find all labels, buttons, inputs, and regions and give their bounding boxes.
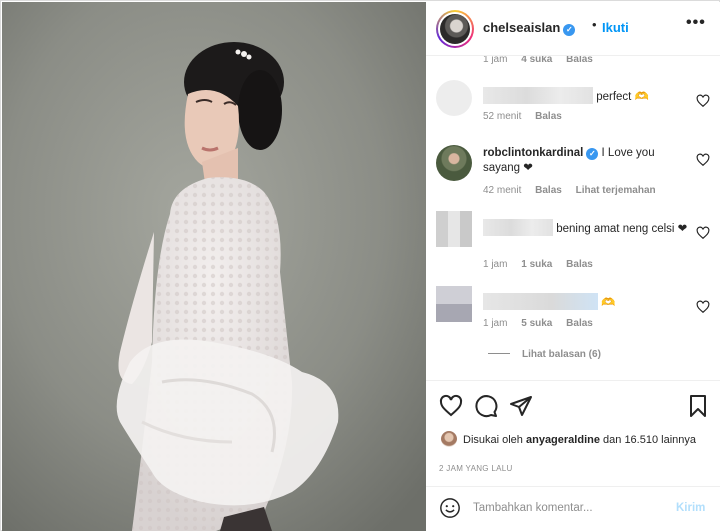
comment-meta: 52 menit Balas (483, 111, 573, 122)
add-comment-bar: Kirim (426, 486, 720, 531)
comments-list: 1 jam 4 suka Balas perfect 🫶 52 menit Ba… (426, 56, 720, 380)
comment-text: 🫶 (601, 297, 616, 309)
comment-body: 🫶 (483, 293, 688, 311)
comment-text: perfect 🫶 (596, 91, 649, 103)
comment-input[interactable] (473, 497, 663, 519)
likes-count[interactable]: dan 16.510 lainnya (603, 434, 696, 446)
more-options-icon[interactable]: ••• (686, 14, 706, 32)
comment-avatar[interactable] (436, 286, 472, 322)
blurred-username[interactable] (483, 87, 593, 104)
username-text[interactable]: chelseaislan (483, 20, 560, 35)
share-plane-icon[interactable] (509, 394, 533, 418)
comment-likes[interactable]: 4 suka (521, 56, 552, 65)
verified-badge-icon: ✓ (563, 24, 576, 36)
profile-avatar[interactable] (436, 10, 474, 48)
post-timestamp: 2 JAM YANG LALU (439, 464, 513, 473)
comment-meta: 1 jam 4 suka Balas (483, 56, 604, 65)
like-heart-icon[interactable] (439, 394, 463, 418)
comment-likes[interactable]: 1 suka (521, 259, 552, 270)
comment-time: 1 jam (483, 259, 508, 270)
comment-username[interactable]: robclintonkardinal (483, 147, 583, 159)
replies-line (488, 353, 510, 354)
post-sidebar: chelseaislan ✓ • Ikuti ••• 1 jam 4 suka B… (426, 2, 720, 531)
blurred-username[interactable] (483, 293, 598, 310)
post-photo[interactable] (2, 2, 426, 531)
comment-avatar[interactable] (436, 145, 472, 181)
post-modal: chelseaislan ✓ • Ikuti ••• 1 jam 4 suka B… (0, 0, 720, 531)
comment-text: bening amat neng celsi ❤ (556, 223, 688, 235)
heart-icon[interactable] (696, 300, 710, 314)
view-replies-label[interactable]: Lihat balasan (6) (522, 349, 601, 360)
emoji-icon[interactable] (439, 497, 461, 519)
avatar-image (440, 14, 470, 44)
comment-body: robclintonkardinal ✓ I Love you sayang ❤ (483, 146, 688, 176)
liker-avatar[interactable] (441, 431, 457, 447)
view-replies-button[interactable]: Lihat balasan (6) (488, 349, 601, 360)
comment-body: perfect 🫶 (483, 87, 688, 105)
liker-username[interactable]: anyageraldine (526, 434, 600, 446)
likes-summary: Disukai oleh anyageraldine dan 16.510 la… (441, 431, 701, 448)
comment-time: 42 menit (483, 185, 522, 196)
comment-avatar[interactable] (436, 211, 472, 247)
post-comment-button[interactable]: Kirim (676, 502, 705, 514)
reply-button[interactable]: Balas (535, 111, 562, 122)
heart-icon[interactable] (696, 226, 710, 240)
blurred-username[interactable] (483, 219, 553, 236)
comment-time: 1 jam (483, 56, 508, 65)
heart-icon[interactable] (696, 153, 710, 167)
reply-button[interactable]: Balas (566, 259, 593, 270)
reply-button[interactable]: Balas (566, 56, 593, 65)
verified-badge-icon: ✓ (586, 148, 599, 160)
reply-button[interactable]: Balas (566, 318, 593, 329)
heart-icon[interactable] (696, 94, 710, 108)
bookmark-icon[interactable] (686, 394, 710, 418)
comment-meta: 1 jam 1 suka Balas (483, 259, 604, 270)
comment-meta: 1 jam 5 suka Balas (483, 318, 604, 329)
comment-body: bening amat neng celsi ❤ (483, 219, 688, 237)
likes-prefix: Disukai oleh (463, 434, 523, 446)
comment-avatar[interactable] (436, 80, 472, 116)
comment-likes[interactable]: 5 suka (521, 318, 552, 329)
comment-bubble-icon[interactable] (474, 394, 498, 418)
comment-time: 1 jam (483, 318, 508, 329)
comment-meta: 42 menit Balas Lihat terjemahan (483, 185, 667, 196)
post-header: chelseaislan ✓ • Ikuti ••• (426, 2, 720, 56)
post-actions: Disukai oleh anyageraldine dan 16.510 la… (426, 380, 720, 480)
reply-button[interactable]: Balas (535, 185, 562, 196)
profile-username[interactable]: chelseaislan ✓ (483, 20, 576, 36)
translate-link[interactable]: Lihat terjemahan (576, 185, 656, 196)
follow-button[interactable]: Ikuti (602, 20, 629, 35)
comment-time: 52 menit (483, 111, 522, 122)
post-image (2, 2, 426, 531)
separator-dot: • (592, 17, 597, 32)
